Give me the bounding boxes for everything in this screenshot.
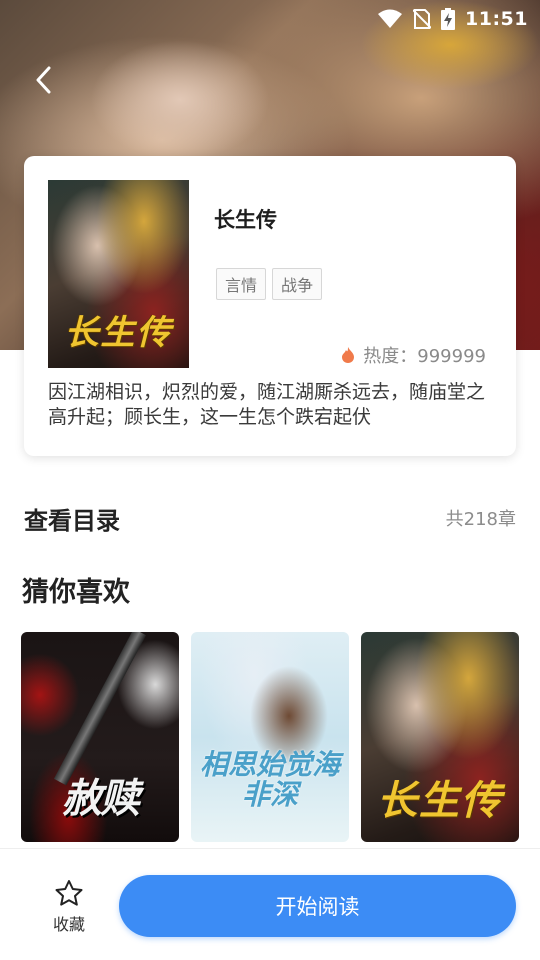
recommend-book[interactable]: 相思始觉海非深: [191, 632, 349, 842]
tag-war[interactable]: 战争: [272, 268, 323, 300]
heat-label: 热度：999999: [363, 346, 486, 367]
tag-list: 言情 战争: [216, 268, 323, 300]
battery-charging-icon: [441, 8, 456, 30]
bottom-action-bar: 收藏 开始阅读: [0, 848, 540, 960]
catalog-label: 查看目录: [24, 506, 120, 535]
recommend-book[interactable]: 赦赎: [21, 632, 179, 842]
catalog-row[interactable]: 查看目录 共218章: [24, 498, 516, 538]
book-description: 因江湖相识，炽烈的爱，随江湖厮杀远去，随庙堂之高升起；顾长生，这一生怎个跌宕起伏: [48, 381, 486, 428]
favorite-button[interactable]: 收藏: [46, 879, 92, 935]
tag-romance[interactable]: 言情: [216, 268, 267, 300]
chapter-count: 共218章: [445, 509, 516, 530]
heat-indicator: 热度：999999: [341, 342, 486, 368]
recommend-title: 猜你喜欢: [22, 577, 130, 608]
book-info-card: 长生传 长生传 言情 战争 热度：999999 因江湖相识，炽烈的爱，随江湖厮杀…: [24, 156, 516, 456]
recommend-cover-title: 相思始觉海非深: [199, 748, 340, 811]
status-bar: 11:51: [377, 6, 528, 32]
star-icon: [55, 880, 83, 906]
book-cover: 长生传: [48, 180, 189, 368]
recommend-list: 赦赎 相思始觉海非深 长生传: [21, 632, 519, 842]
recommend-book[interactable]: 长生传: [361, 632, 519, 842]
recommend-cover-title: 赦赎: [62, 775, 140, 822]
status-time: 11:51: [465, 8, 528, 30]
back-button[interactable]: [28, 62, 58, 98]
recommend-cover-title: 长生传: [377, 777, 503, 824]
wifi-icon: [378, 9, 403, 28]
no-sim-icon: [413, 9, 432, 29]
flame-icon: [342, 347, 355, 363]
start-reading-button[interactable]: 开始阅读: [119, 875, 516, 937]
cover-title: 长生传: [64, 313, 173, 353]
favorite-label: 收藏: [52, 915, 85, 934]
book-title: 长生传: [214, 208, 277, 232]
chevron-left-icon: [36, 66, 51, 94]
